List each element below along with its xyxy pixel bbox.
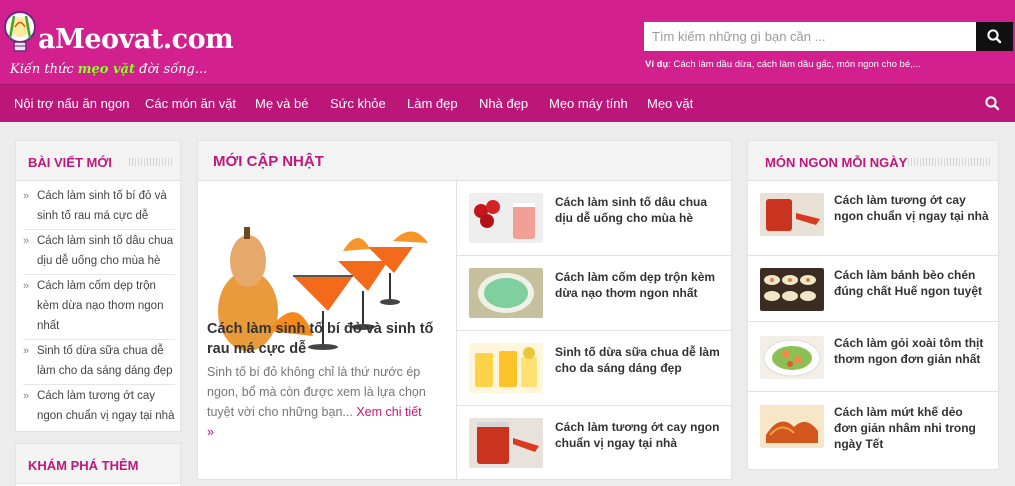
list-item-label: Cách làm cốm dẹp trộn kèm dừa nạo thơm n… <box>37 280 164 332</box>
search-icon <box>987 29 1002 44</box>
divider <box>23 274 175 275</box>
list-item-label: Cách làm sinh tố bí đỏ và sinh tố rau má… <box>37 190 167 222</box>
tagline: Kiến thức mẹo vặt đời sống... <box>10 62 207 77</box>
post-title[interactable]: Cách làm cốm dẹp trộn kèm dừa nạo thơm n… <box>555 269 725 301</box>
post-title[interactable]: Cách làm bánh bèo chén đúng chất Huế ngo… <box>834 267 989 299</box>
list-item[interactable]: » Cách làm sinh tố bí đỏ và sinh tố rau m… <box>23 186 175 226</box>
search-input[interactable] <box>644 22 976 51</box>
nav-item-suc-khoe[interactable]: Sức khỏe <box>330 96 386 111</box>
list-item-label: Cách làm sinh tố dâu chua dịu dễ uống ch… <box>37 235 174 267</box>
header-stripes <box>129 158 172 166</box>
post-title[interactable]: Cách làm sinh tố dâu chua dịu dễ uống ch… <box>555 194 725 226</box>
thumbnail[interactable] <box>760 405 824 448</box>
site-header: aMeovat.com Kiến thức mẹo vặt đời sống..… <box>0 0 1015 84</box>
post-title[interactable]: Cách làm gỏi xoài tôm thịt thơm ngon đơn… <box>834 335 989 367</box>
divider <box>23 339 175 340</box>
divider <box>457 330 732 331</box>
header-stripes <box>908 158 990 166</box>
list-item[interactable]: » Cách làm tương ớt cay ngon chuẩn vị nga… <box>23 386 175 426</box>
list-item[interactable]: » Cách làm sinh tố dâu chua dịu dễ uống c… <box>23 231 175 271</box>
chevron-right-icon: » <box>23 280 30 292</box>
panel-title: BÀI VIẾT MỚI <box>28 155 113 170</box>
divider <box>457 255 732 256</box>
thumbnail[interactable] <box>760 336 824 379</box>
panel-header: MÓN NGON MỖI NGÀY <box>748 141 998 181</box>
featured-description: Sinh tố bí đỏ không chỉ là thứ nước ép n… <box>207 362 432 442</box>
panel-header: KHÁM PHÁ THÊM <box>16 444 180 484</box>
nav-search-icon[interactable] <box>984 95 1000 111</box>
nav-item-me-va-be[interactable]: Mẹ và bé <box>255 96 308 111</box>
search-box <box>644 22 1013 51</box>
lightbulb-icon <box>4 11 36 52</box>
latest-updates-panel: MỚI CẬP NHẬT Cách làm sinh tố bí đỏ và s… <box>197 140 732 480</box>
nav-item-lam-dep[interactable]: Làm đẹp <box>407 96 458 111</box>
chevron-right-icon: » <box>23 235 30 247</box>
panel-header: MỚI CẬP NHẬT <box>198 141 731 181</box>
post-title[interactable]: Cách làm tương ớt cay ngon chuẩn vị ngay… <box>555 419 725 451</box>
example-text: : Cách làm dầu dừa, cách làm dầu gấc, mó… <box>668 59 921 70</box>
thumbnail[interactable] <box>469 418 543 468</box>
search-examples: Ví dụ: Cách làm dầu dừa, cách làm dầu gấ… <box>645 59 921 70</box>
logo-text: aMeovat.com <box>38 24 234 55</box>
thumbnail[interactable] <box>760 193 824 236</box>
search-button[interactable] <box>976 22 1013 51</box>
list-item[interactable]: » Sinh tố dừa sữa chua dễ làm cho da sáng… <box>23 341 175 381</box>
thumbnail[interactable] <box>760 268 824 311</box>
divider <box>23 229 175 230</box>
panel-title: KHÁM PHÁ THÊM <box>28 458 139 473</box>
nav-item-meo-vat[interactable]: Mẹo vặt <box>647 96 693 111</box>
chevron-right-icon: » <box>23 390 30 402</box>
list-item-label: Sinh tố dừa sữa chua dễ làm cho da sáng … <box>37 345 173 377</box>
thumbnail[interactable] <box>469 193 543 243</box>
nav-item-mon-an-vat[interactable]: Các món ăn vặt <box>145 96 236 111</box>
divider <box>748 255 998 256</box>
featured-title[interactable]: Cách làm sinh tố bí đỏ và sinh tố rau má… <box>207 319 447 359</box>
divider <box>748 391 998 392</box>
tagline-part: Kiến thức <box>10 62 78 77</box>
post-title[interactable]: Cách làm tương ớt cay ngon chuẩn vị ngay… <box>834 192 989 224</box>
chevron-right-icon: » <box>23 190 30 202</box>
nav-item-meo-may-tinh[interactable]: Mẹo máy tính <box>549 96 628 111</box>
divider <box>23 384 175 385</box>
panel-title: MÓN NGON MỖI NGÀY <box>765 155 908 170</box>
list-item[interactable]: » Cách làm cốm dẹp trộn kèm dừa nạo thơm … <box>23 276 175 336</box>
divider <box>457 405 732 406</box>
latest-posts-panel: BÀI VIẾT MỚI » Cách làm sinh tố bí đỏ và … <box>15 140 181 432</box>
chevron-right-icon: » <box>23 345 30 357</box>
daily-dishes-panel: MÓN NGON MỖI NGÀY Cách làm tương ớt cay … <box>747 140 999 470</box>
post-title[interactable]: Sinh tố dừa sữa chua dễ làm cho da sáng … <box>555 344 725 376</box>
panel-header: BÀI VIẾT MỚI <box>16 141 180 181</box>
thumbnail[interactable] <box>469 343 543 393</box>
thumbnail[interactable] <box>469 268 543 318</box>
panel-title: MỚI CẬP NHẬT <box>213 153 324 170</box>
nav-item-noi-tro[interactable]: Nội trợ nấu ăn ngon <box>14 96 130 111</box>
tagline-part: đời sống... <box>134 62 208 77</box>
explore-panel: KHÁM PHÁ THÊM <box>15 443 181 486</box>
post-title[interactable]: Cách làm mứt khế dẻo đơn giản nhâm nhi t… <box>834 404 989 452</box>
nav-item-nha-dep[interactable]: Nhà đẹp <box>479 96 528 111</box>
divider <box>748 321 998 322</box>
example-label: Ví dụ <box>645 59 669 70</box>
site-logo[interactable]: aMeovat.com Kiến thức mẹo vặt đời sống..… <box>2 6 234 77</box>
main-nav: Nội trợ nấu ăn ngon Các món ăn vặt Mẹ và… <box>0 84 1015 122</box>
tagline-highlight: mẹo vặt <box>77 62 135 77</box>
list-item-label: Cách làm tương ớt cay ngon chuẩn vị ngay… <box>37 390 175 422</box>
